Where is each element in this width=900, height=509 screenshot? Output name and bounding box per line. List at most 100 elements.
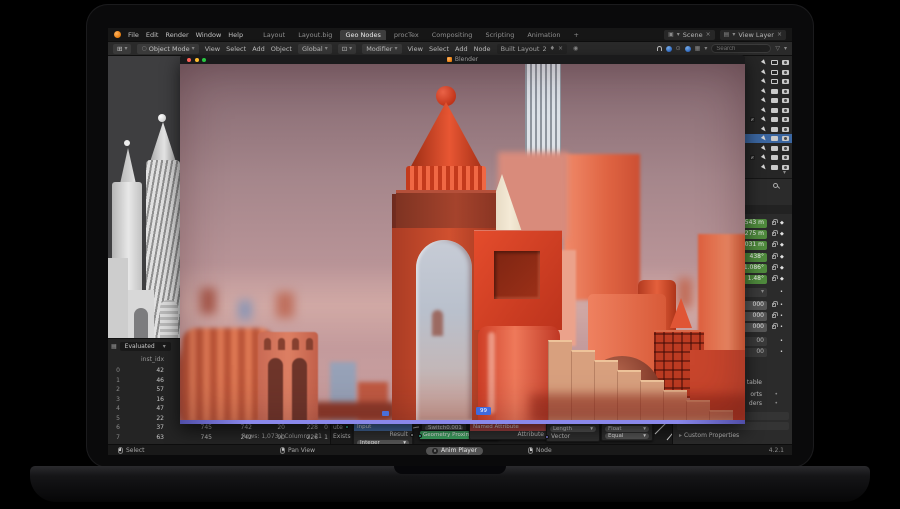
timeline-bar[interactable] (180, 420, 745, 424)
material-preview-icon[interactable] (685, 46, 691, 52)
node-group-selector[interactable]: Built Layout 2 ♦ × (497, 44, 567, 54)
socket-icon[interactable] (345, 425, 349, 429)
tab-scripting[interactable]: Scripting (480, 30, 519, 40)
node-field[interactable]: Equal▾ (605, 433, 649, 439)
hide-viewport-icon[interactable] (771, 79, 778, 84)
object-mode-dropdown[interactable]: ○ Object Mode ▾ (137, 44, 198, 54)
disable-render-icon[interactable] (782, 117, 789, 122)
scene-selector[interactable]: ▣ ▾ Scene × (664, 30, 715, 40)
menu-window[interactable]: Window (196, 31, 222, 39)
menu-help[interactable]: Help (228, 31, 243, 39)
lock-icon[interactable] (772, 255, 776, 259)
menu-file[interactable]: File (128, 31, 139, 39)
selectable-icon[interactable] (761, 59, 767, 65)
animate-dot-icon[interactable]: • (780, 301, 783, 310)
viewport-menu-view[interactable]: View (205, 45, 220, 53)
lock-icon[interactable] (772, 232, 776, 236)
animate-dot-icon[interactable]: • (780, 288, 783, 297)
viewport-menu-object[interactable]: Object (271, 45, 292, 53)
pin-icon[interactable]: ◉ (573, 45, 578, 52)
view-layer-selector[interactable]: ▤ ▾ View Layer × (720, 30, 786, 40)
hide-viewport-icon[interactable] (771, 98, 778, 103)
filter-funnel-icon[interactable]: ▽ (775, 45, 780, 52)
custom-properties-panel[interactable]: ▸ Custom Properties (679, 432, 739, 439)
socket-icon[interactable] (418, 434, 422, 438)
socket-icon[interactable] (545, 435, 549, 439)
tab-compositing[interactable]: Compositing (427, 30, 478, 40)
animate-dot-icon[interactable]: • (780, 348, 783, 357)
tab-layout-big[interactable]: Layout.big (293, 30, 337, 40)
render-3d-scene[interactable] (180, 64, 745, 420)
node-field[interactable]: Float▾ (605, 426, 649, 432)
node-mode-dropdown[interactable]: Modifier ▾ (362, 44, 401, 54)
playhead-marker[interactable] (382, 411, 389, 416)
column-header[interactable]: inst_idx (128, 355, 164, 364)
lock-icon[interactable] (772, 303, 776, 307)
hide-viewport-icon[interactable] (771, 146, 778, 151)
node-menu-select[interactable]: Select (429, 45, 449, 53)
node-compare[interactable]: Float▾ Equal▾ (601, 423, 653, 441)
hide-viewport-icon[interactable] (771, 136, 778, 141)
close-window-button[interactable] (187, 58, 191, 62)
node-menu-view[interactable]: View (408, 45, 423, 53)
hide-viewport-icon[interactable] (771, 70, 778, 75)
node-field[interactable]: Length▾ (550, 426, 596, 432)
disable-render-icon[interactable] (782, 127, 789, 132)
lock-icon[interactable] (772, 314, 776, 318)
lock-icon[interactable] (772, 266, 776, 270)
hide-viewport-icon[interactable] (771, 60, 778, 65)
close-icon[interactable]: × (558, 45, 563, 52)
keyframe-icon[interactable]: ◆ (780, 275, 784, 284)
node-input[interactable]: Input Result Integer▾ (353, 422, 413, 444)
dot-icon[interactable]: • (774, 400, 778, 407)
tab-proctex[interactable]: procTex (389, 30, 424, 40)
transform-orientation-dropdown[interactable]: Global ▾ (298, 44, 332, 54)
lock-icon[interactable] (772, 221, 776, 225)
shield-icon[interactable]: ♦ (550, 45, 555, 52)
floating-render-window[interactable]: Blender (180, 55, 745, 424)
disable-render-icon[interactable] (782, 70, 789, 75)
node-vector-math[interactable]: Length▾ Vector (546, 423, 600, 442)
node-editor-type-button[interactable]: ⊡ ▾ (338, 44, 356, 54)
search-input[interactable] (711, 44, 771, 53)
keyframe-icon[interactable]: ◆ (780, 264, 784, 273)
hide-viewport-icon[interactable] (771, 89, 778, 94)
proportional-edit-icon[interactable]: ⊙ (676, 45, 681, 52)
lock-icon[interactable] (772, 243, 776, 247)
zoom-window-button[interactable] (202, 58, 206, 62)
minimize-window-button[interactable] (195, 58, 199, 62)
lock-icon[interactable] (772, 325, 776, 329)
disable-render-icon[interactable] (782, 60, 789, 65)
node-menu-add[interactable]: Add (455, 45, 468, 53)
dot-icon[interactable]: • (774, 391, 778, 398)
selectable-icon[interactable] (761, 107, 767, 113)
dataset-dropdown[interactable]: Evaluated ▾ (120, 342, 171, 351)
anim-player-status[interactable]: × Anim Player (426, 447, 483, 455)
disable-render-icon[interactable] (782, 98, 789, 103)
viewport-editor-type-button[interactable]: ⊞ ▾ (113, 44, 131, 54)
selectable-icon[interactable] (761, 154, 767, 160)
disable-render-icon[interactable] (782, 146, 789, 151)
menu-edit[interactable]: Edit (146, 31, 159, 39)
selectable-icon[interactable] (761, 97, 767, 103)
window-titlebar[interactable]: Blender (180, 55, 745, 64)
keyframe-icon[interactable]: ◆ (780, 230, 784, 239)
close-icon[interactable]: × (706, 31, 711, 38)
checkbox[interactable]: ✓ (750, 117, 756, 123)
selectable-icon[interactable] (761, 78, 767, 84)
animate-dot-icon[interactable]: • (780, 323, 783, 332)
keyframe-icon[interactable]: ◆ (780, 219, 784, 228)
hide-viewport-icon[interactable] (771, 165, 778, 170)
tab-animation[interactable]: Animation (522, 30, 565, 40)
snap-magnet-icon[interactable] (657, 46, 662, 51)
keyframe-icon[interactable]: ◆ (780, 253, 784, 262)
viewport-menu-add[interactable]: Add (252, 45, 265, 53)
selectable-icon[interactable] (761, 126, 767, 132)
checkbox[interactable]: ✓ (750, 155, 756, 161)
hide-viewport-icon[interactable] (771, 108, 778, 113)
viewport-menu-select[interactable]: Select (226, 45, 246, 53)
node-named-attribute[interactable]: Named Attribute Attribute (469, 422, 549, 440)
disable-render-icon[interactable] (782, 79, 789, 84)
lock-icon[interactable] (772, 277, 776, 281)
stop-icon[interactable]: × (432, 448, 438, 454)
